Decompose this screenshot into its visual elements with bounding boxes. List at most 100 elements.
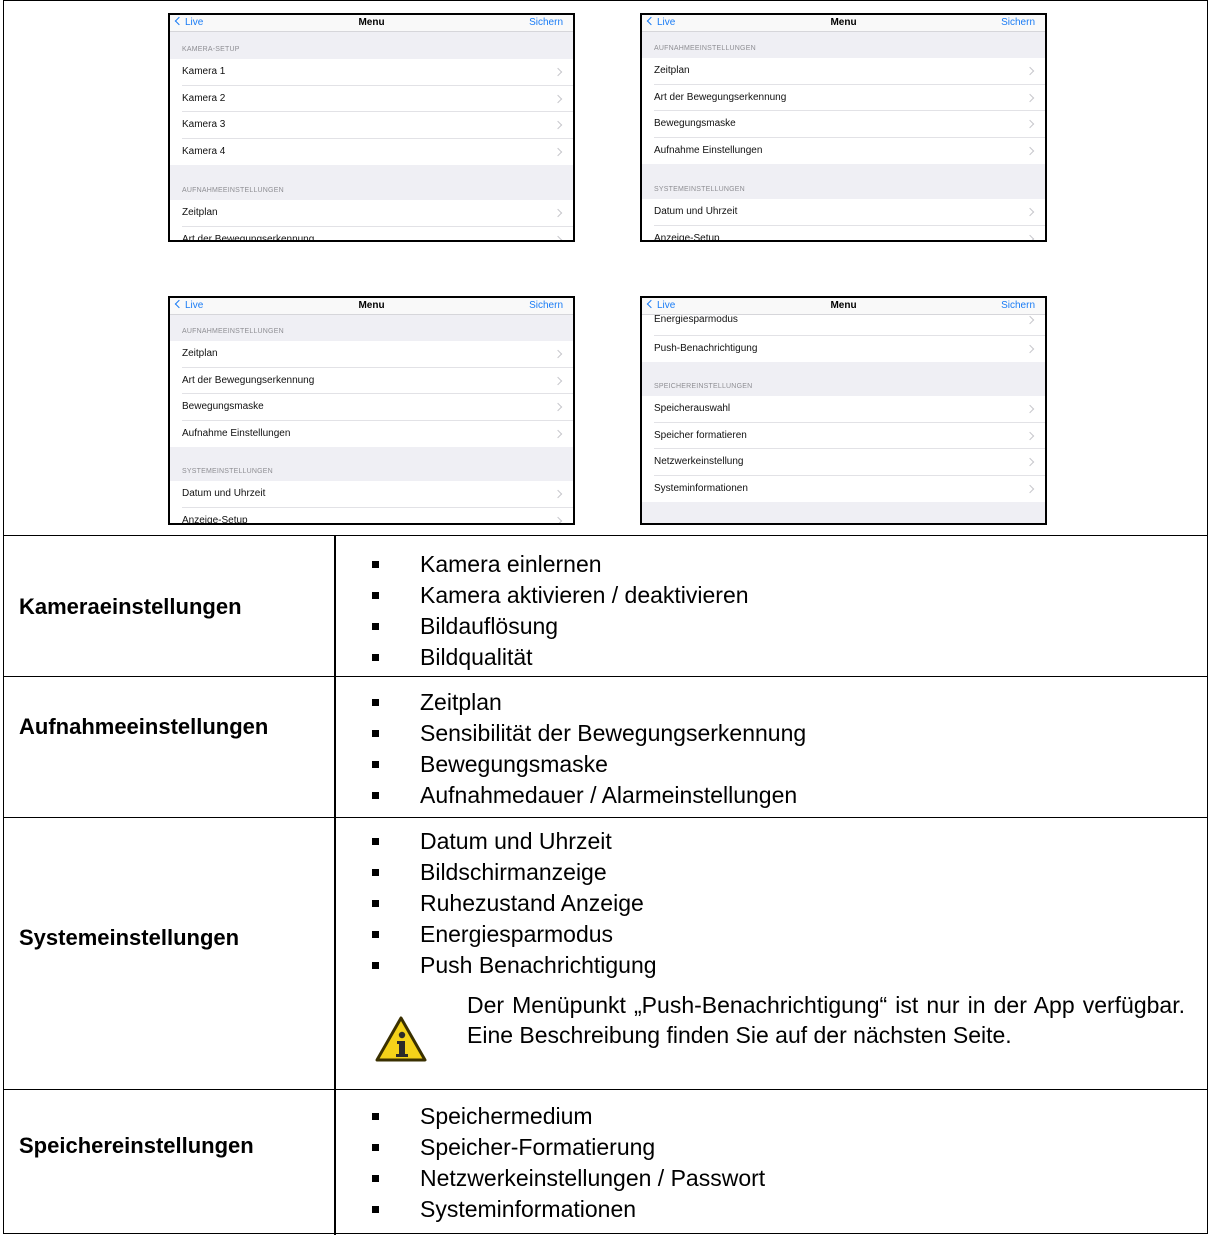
menu-row[interactable]: Kamera 1 <box>170 59 573 86</box>
menu-row[interactable]: Systeminformationen <box>642 475 1045 502</box>
list-item: Speicher-Formatierung <box>372 1132 765 1163</box>
feature-list: Speichermedium Speicher-Formatierung Net… <box>372 1101 765 1225</box>
menu-row[interactable]: Bewegungsmaske <box>642 111 1045 138</box>
chevron-right-icon <box>553 376 563 385</box>
menu-row[interactable]: Anzeige-Setup <box>170 507 573 523</box>
bullet-icon <box>372 838 379 845</box>
list-item: Ruhezustand Anzeige <box>372 888 657 919</box>
list-item: Speichermedium <box>372 1101 765 1132</box>
navigation-bar: Live Menu Sichern <box>642 15 1045 32</box>
menu-row[interactable]: Kamera 4 <box>170 138 573 165</box>
bullet-icon <box>372 654 379 661</box>
bullet-icon <box>372 962 379 969</box>
menu-row[interactable]: Art der Bewegungserkennung <box>170 226 573 240</box>
list-item: Bewegungsmaske <box>372 749 806 780</box>
list-item: Datum und Uhrzeit <box>372 826 657 857</box>
category-label: Systemeinstellungen <box>19 925 240 950</box>
app-screenshot-3: Live Menu Sichern AUFNAHMEEINSTELLUNGEN … <box>168 296 575 525</box>
nav-title: Menu <box>830 17 857 28</box>
table-row: Kameraeinstellungen Kamera einlernen Kam… <box>4 536 1207 677</box>
column-divider <box>334 536 336 1235</box>
bullet-icon <box>372 869 379 876</box>
menu-row[interactable]: Zeitplan <box>170 200 573 227</box>
bullet-icon <box>372 623 379 630</box>
menu-row[interactable]: Netzwerkeinstellung <box>642 449 1045 476</box>
chevron-right-icon <box>1025 484 1035 493</box>
feature-list: Zeitplan Sensibilität der Bewegungserken… <box>372 687 806 811</box>
bullet-icon <box>372 931 379 938</box>
list-item: Push Benachrichtigung <box>372 950 657 981</box>
menu-row[interactable]: Kamera 3 <box>170 112 573 139</box>
chevron-right-icon <box>1025 66 1035 76</box>
chevron-right-icon <box>553 94 563 103</box>
table-row: Speichereinstellungen Speichermedium Spe… <box>4 1090 1207 1235</box>
feature-list: Kamera einlernen Kamera aktivieren / dea… <box>372 549 749 673</box>
chevron-right-icon <box>553 235 563 240</box>
nav-title: Menu <box>830 300 857 311</box>
menu-row[interactable]: Push-Benachrichtigung <box>642 335 1045 362</box>
menu-row[interactable]: Speicher formatieren <box>642 422 1045 449</box>
save-button[interactable]: Sichern <box>1001 300 1035 311</box>
chevron-right-icon <box>1025 234 1035 240</box>
menu-row[interactable]: Kamera 2 <box>170 85 573 112</box>
bullet-icon <box>372 561 379 568</box>
chevron-right-icon <box>1025 315 1035 325</box>
save-button[interactable]: Sichern <box>529 300 563 311</box>
chevron-right-icon <box>1025 207 1035 217</box>
chevron-right-icon <box>1025 146 1035 155</box>
category-label: Kameraeinstellungen <box>19 594 242 619</box>
bullet-icon <box>372 761 379 768</box>
menu-row[interactable]: Art der Bewegungserkennung <box>170 367 573 394</box>
bullet-icon <box>372 1144 379 1151</box>
list-item: Bildqualität <box>372 642 749 673</box>
section-header: AUFNAHMEEINSTELLUNGEN <box>654 45 756 52</box>
menu-row[interactable]: Anzeige-Setup <box>642 225 1045 240</box>
chevron-right-icon <box>553 402 563 412</box>
chevron-right-icon <box>553 349 563 359</box>
chevron-right-icon <box>1025 431 1035 440</box>
save-button[interactable]: Sichern <box>1001 17 1035 28</box>
list-item: Energiesparmodus <box>372 919 657 950</box>
section-header: SPEICHEREINSTELLUNGEN <box>654 383 753 390</box>
list-item: Bildschirmanzeige <box>372 857 657 888</box>
section-header: AUFNAHMEEINSTELLUNGEN <box>182 328 284 335</box>
menu-row[interactable]: Art der Bewegungserkennung <box>642 84 1045 111</box>
section-header: SYSTEMEINSTELLUNGEN <box>654 186 745 193</box>
feature-list: Datum und Uhrzeit Bildschirmanzeige Ruhe… <box>372 826 657 981</box>
note-text: Der Menüpunkt „Push-Benachrichtigung“ is… <box>467 992 1185 1048</box>
menu-row[interactable]: Bewegungsmaske <box>170 394 573 421</box>
chevron-right-icon <box>553 67 563 77</box>
section-header: SYSTEMEINSTELLUNGEN <box>182 468 273 475</box>
bullet-icon <box>372 900 379 907</box>
list-item: Bildauflösung <box>372 611 749 642</box>
chevron-right-icon <box>1025 93 1035 102</box>
app-screenshot-2: Live Menu Sichern AUFNAHMEEINSTELLUNGEN … <box>640 13 1047 242</box>
bullet-icon <box>372 1206 379 1213</box>
menu-row[interactable]: Aufnahme Einstellungen <box>170 420 573 447</box>
menu-row[interactable]: Zeitplan <box>642 58 1045 85</box>
save-button[interactable]: Sichern <box>529 17 563 28</box>
section-header: KAMERA-SETUP <box>182 46 240 53</box>
menu-row[interactable]: Datum und Uhrzeit <box>642 199 1045 226</box>
app-screenshot-4: Energiesparmodus Live Menu Sichern Push-… <box>640 296 1047 525</box>
chevron-right-icon <box>553 120 563 130</box>
chevron-right-icon <box>1025 119 1035 129</box>
menu-row[interactable]: Zeitplan <box>170 341 573 368</box>
navigation-bar: Live Menu Sichern <box>170 298 573 315</box>
chevron-right-icon <box>553 516 563 523</box>
nav-title: Menu <box>358 17 385 28</box>
list-item: Kamera aktivieren / deaktivieren <box>372 580 749 611</box>
document-page: Live Menu Sichern KAMERA-SETUP Kamera 1 … <box>3 0 1208 1235</box>
navigation-bar: Live Menu Sichern <box>170 15 573 32</box>
chevron-right-icon <box>553 208 563 218</box>
list-item: Aufnahmedauer / Alarmeinstellungen <box>372 780 806 811</box>
screenshots-area: Live Menu Sichern KAMERA-SETUP Kamera 1 … <box>4 1 1207 536</box>
info-warning-icon <box>375 1016 427 1062</box>
category-label: Aufnahmeeinstellungen <box>19 714 269 739</box>
chevron-right-icon <box>553 147 563 156</box>
menu-row[interactable]: Speicherauswahl <box>642 396 1045 423</box>
menu-row[interactable]: Datum und Uhrzeit <box>170 481 573 508</box>
menu-row[interactable]: Aufnahme Einstellungen <box>642 137 1045 164</box>
list-item: Netzwerkeinstellungen / Passwort <box>372 1163 765 1194</box>
bullet-icon <box>372 792 379 799</box>
